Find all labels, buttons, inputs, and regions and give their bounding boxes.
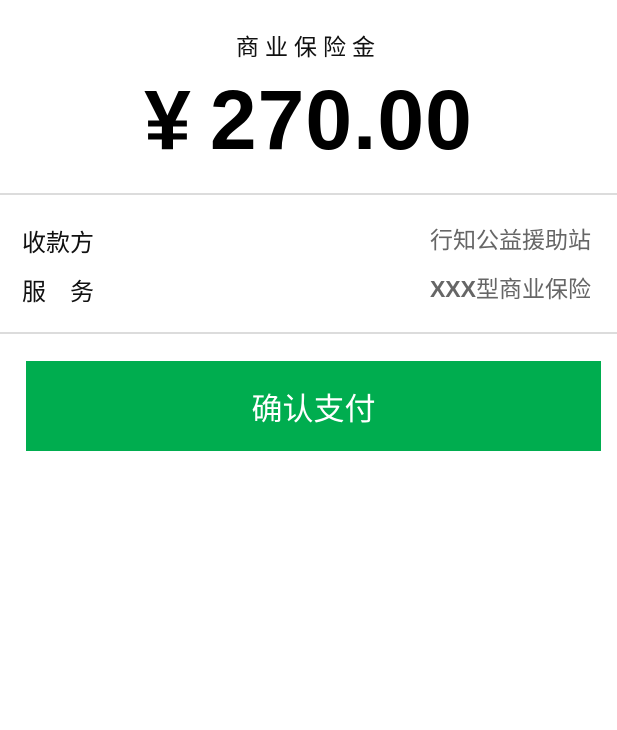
service-label: 服 务 (22, 278, 94, 306)
amount-value: 270.00 (209, 73, 473, 167)
payment-title: 商业保险金 (236, 35, 381, 61)
service-value-prefix: XXX (429, 276, 476, 302)
payee-label: 收款方 (22, 229, 94, 257)
currency-symbol: ¥ (144, 73, 192, 167)
payee-row: 收款方 行知公益援助站 (0, 219, 617, 259)
payment-amount: ¥270.00 (0, 72, 617, 169)
service-value: XXX型商业保险 (430, 270, 591, 304)
service-row: 服 务 XXX型商业保险 (0, 268, 617, 308)
payee-value: 行知公益援助站 (430, 228, 591, 254)
payment-confirmation-page: 商业保险金 ¥270.00 收款方 行知公益援助站 服 务 XXX型商业保险 确… (0, 0, 617, 730)
divider-bottom (0, 332, 617, 334)
service-value-suffix: 型商业保险 (476, 277, 591, 303)
confirm-payment-button[interactable]: 确认支付 (26, 361, 601, 451)
payment-header: 商业保险金 ¥270.00 (0, 0, 617, 194)
divider-top (0, 193, 617, 195)
